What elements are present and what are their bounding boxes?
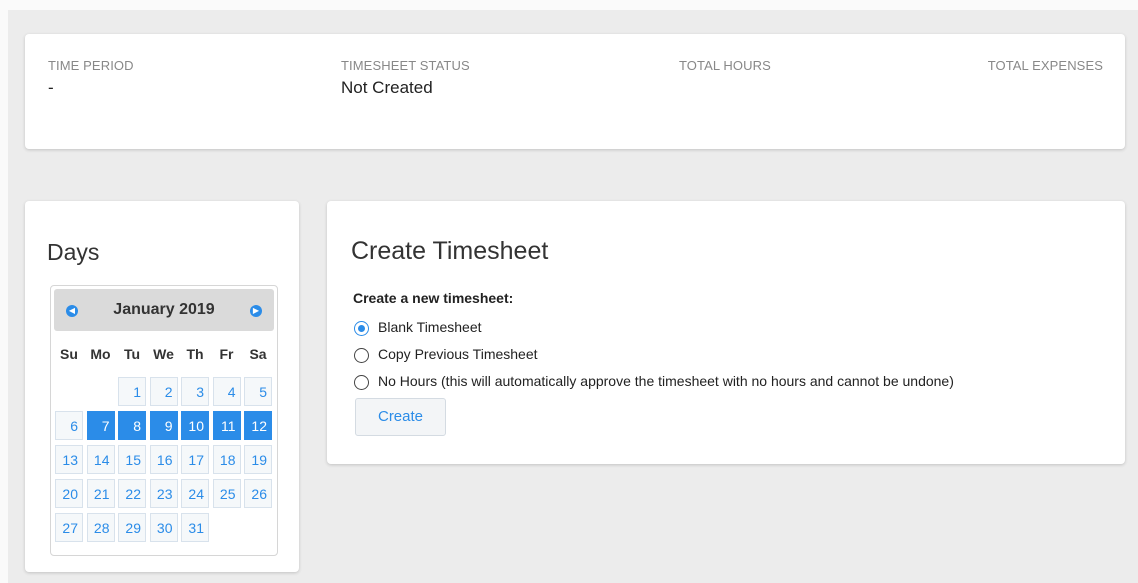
- weekday-label: Su: [60, 346, 78, 362]
- calendar-day[interactable]: 6: [55, 411, 83, 440]
- calendar-day[interactable]: 19: [244, 445, 272, 474]
- calendar-day[interactable]: 9: [149, 411, 178, 440]
- create-timesheet-title: Create Timesheet: [351, 237, 549, 265]
- no-hours-label[interactable]: No Hours (this will automatically approv…: [378, 373, 954, 389]
- no-hours-radio[interactable]: [354, 375, 369, 390]
- calendar-day[interactable]: 8: [118, 411, 146, 440]
- timesheet-summary-card: TIME PERIOD - TIMESHEET STATUS Not Creat…: [25, 34, 1125, 149]
- calendar-day[interactable]: 30: [149, 513, 178, 542]
- calendar-day[interactable]: 22: [118, 479, 146, 508]
- calendar-day[interactable]: 3: [181, 377, 209, 406]
- time-period-label: TIME PERIOD: [48, 58, 134, 73]
- calendar-month-label: January 2019: [113, 301, 215, 318]
- total-expenses-field: TOTAL EXPENSES: [988, 58, 1103, 78]
- copy-previous-timesheet-label[interactable]: Copy Previous Timesheet: [378, 346, 538, 362]
- days-card: Days ◀ January 2019 ▶ Su Mo Tu We Th Fr Sa 123…: [25, 201, 299, 572]
- weekday-label: We: [153, 346, 174, 362]
- calendar-day[interactable]: 16: [149, 445, 178, 474]
- calendar-day[interactable]: 29: [118, 513, 146, 542]
- chevron-right-icon[interactable]: ▶: [250, 305, 262, 317]
- timesheet-status-value: Not Created: [341, 78, 433, 97]
- blank-timesheet-label[interactable]: Blank Timesheet: [378, 319, 482, 335]
- calendar-day[interactable]: 7: [86, 411, 115, 440]
- days-title: Days: [47, 239, 100, 265]
- weekday-label: Th: [186, 346, 204, 362]
- timesheet-status-field: TIMESHEET STATUS Not Created: [341, 58, 470, 98]
- total-hours-field: TOTAL HOURS: [679, 58, 771, 78]
- calendar-day[interactable]: 25: [212, 479, 241, 508]
- weekday-label: Fr: [219, 346, 234, 362]
- calendar-day[interactable]: 23: [149, 479, 178, 508]
- calendar-day[interactable]: 13: [55, 445, 83, 474]
- calendar-day[interactable]: 24: [181, 479, 209, 508]
- calendar-day[interactable]: 1: [118, 377, 146, 406]
- calendar-day[interactable]: 4: [212, 377, 241, 406]
- weekday-label: Sa: [249, 346, 267, 362]
- total-hours-label: TOTAL HOURS: [679, 58, 771, 73]
- calendar-day[interactable]: 26: [244, 479, 272, 508]
- calendar-day[interactable]: 10: [181, 411, 209, 440]
- calendar-day[interactable]: 2: [149, 377, 178, 406]
- calendar-day[interactable]: 20: [55, 479, 83, 508]
- calendar-day[interactable]: 12: [244, 411, 272, 440]
- calendar-day[interactable]: 11: [212, 411, 241, 440]
- calendar-day[interactable]: 5: [244, 377, 272, 406]
- blank-timesheet-radio[interactable]: [354, 321, 369, 336]
- timesheet-status-label: TIMESHEET STATUS: [341, 58, 470, 73]
- calendar-day[interactable]: 18: [212, 445, 241, 474]
- create-timesheet-subtitle: Create a new timesheet:: [353, 290, 514, 306]
- calendar-day[interactable]: 15: [118, 445, 146, 474]
- calendar-day[interactable]: 28: [86, 513, 115, 542]
- calendar-day[interactable]: 31: [181, 513, 209, 542]
- copy-previous-timesheet-radio[interactable]: [354, 348, 369, 363]
- calendar-header: ◀ January 2019 ▶: [54, 289, 274, 331]
- create-button[interactable]: Create: [355, 398, 446, 436]
- create-timesheet-card: Create Timesheet Create a new timesheet:…: [327, 201, 1125, 464]
- total-expenses-label: TOTAL EXPENSES: [987, 58, 1103, 73]
- weekday-label: Mo: [90, 346, 111, 362]
- calendar-day[interactable]: 17: [181, 445, 209, 474]
- time-period-value: -: [48, 78, 54, 97]
- time-period-field: TIME PERIOD -: [48, 58, 134, 98]
- calendar: ◀ January 2019 ▶ Su Mo Tu We Th Fr Sa 12345678…: [50, 285, 278, 556]
- weekday-label: Tu: [123, 346, 141, 362]
- calendar-day[interactable]: 27: [55, 513, 83, 542]
- calendar-day[interactable]: 21: [86, 479, 115, 508]
- calendar-day[interactable]: 14: [86, 445, 115, 474]
